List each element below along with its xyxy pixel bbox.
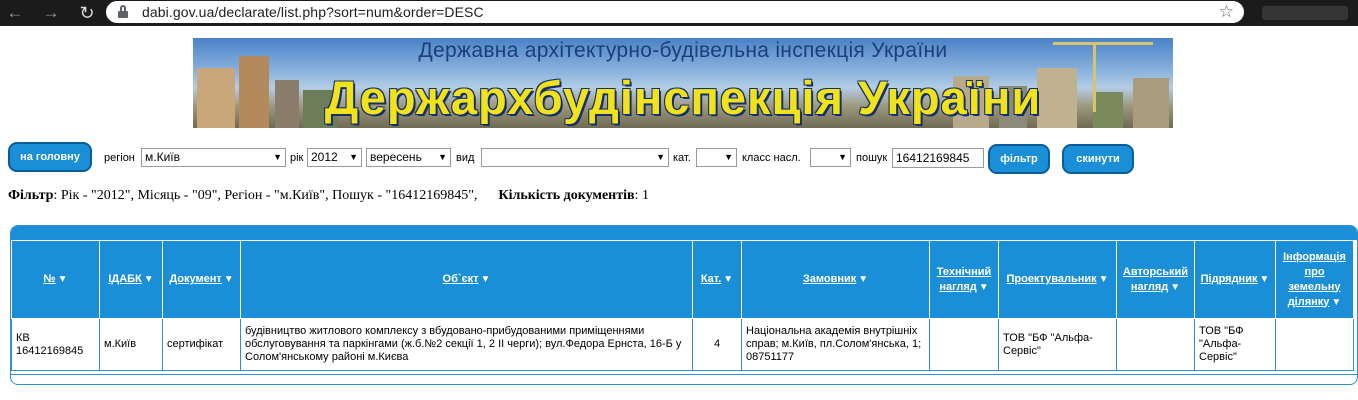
category-label: кат. [673,152,691,164]
banner-title: Держархбудінспекція України [324,71,1042,124]
year-label: рік [290,152,304,164]
lock-icon[interactable] [118,5,128,18]
year-select-value: 2012 [311,150,338,164]
cell-category: 4 [692,318,742,371]
results-table: № ▼ ІДАБК ▼ Документ ▼ Об`єкт ▼ Кат. ▼ Замовн… [11,240,1354,371]
header-banner: Державна архітектурно-будівельна інспекц… [193,38,1173,128]
sort-arrow-icon[interactable]: ▼ [858,272,868,287]
reset-button[interactable]: скинути [1062,144,1134,174]
forward-arrow-icon[interactable]: → [40,2,62,24]
type-label: вид [456,152,475,164]
dropdown-arrow-icon: ▼ [273,152,282,162]
cell-object: будівництво житлового комплексу з вбудов… [240,318,693,371]
dropdown-arrow-icon: ▼ [724,152,733,162]
document-count-value: : 1 [634,188,649,203]
column-header-idabk[interactable]: ІДАБК ▼ [99,240,163,319]
cell-customer: Національна академія внутрішніх справ; м… [741,318,930,371]
column-header-author-supervision[interactable]: Авторський нагляд ▼ [1116,240,1195,319]
profile-area[interactable] [1262,6,1348,20]
cell-document: сертифікат [162,318,241,371]
sort-arrow-icon[interactable]: ▼ [979,280,989,295]
cell-designer: ТОВ "БФ "Альфа-Сервіс" [998,318,1117,371]
url-text: dabi.gov.ua/declarate/list.php?sort=num&… [142,4,484,20]
back-arrow-icon[interactable]: ← [4,2,26,24]
search-label: пошук [856,152,888,164]
column-header-designer[interactable]: Проектувальник ▼ [998,240,1117,319]
cell-idabk: м.Київ [99,318,163,371]
class-label: класс насл. [742,152,801,164]
region-label: регіон [104,152,135,164]
address-bar[interactable]: dabi.gov.ua/declarate/list.php?sort=num&… [106,1,1244,23]
month-select-value: вересень [370,150,422,164]
sort-arrow-icon[interactable]: ▼ [1099,272,1109,287]
column-header-customer[interactable]: Замовник ▼ [741,240,930,319]
column-header-num[interactable]: № ▼ [11,240,100,319]
dropdown-arrow-icon: ▼ [349,152,358,162]
column-header-category[interactable]: Кат. ▼ [692,240,742,319]
filter-summary-text: : Рік - "2012", Місяць - "09", Регіон - … [53,188,478,203]
dropdown-arrow-icon: ▼ [656,152,665,162]
cell-tech-supervision [929,318,999,371]
table-footer-band [11,374,1357,384]
column-header-land-info[interactable]: Інформація про земельну ділянку ▼ [1275,240,1354,319]
dropdown-arrow-icon: ▼ [438,152,447,162]
sort-arrow-icon[interactable]: ▼ [1170,280,1180,295]
cell-num: КВ 16412169845 [11,318,100,371]
search-input[interactable] [892,148,984,168]
sort-arrow-icon[interactable]: ▼ [144,272,154,287]
type-select[interactable]: ▼ [481,148,669,167]
table-row: КВ 16412169845 м.Київ сертифікат будівниц… [11,318,1354,371]
cell-land-info [1275,318,1354,371]
month-select[interactable]: вересень ▼ [366,148,451,167]
category-select[interactable]: ▼ [696,148,737,167]
sort-arrow-icon[interactable]: ▼ [1259,272,1269,287]
sort-arrow-icon[interactable]: ▼ [58,272,68,287]
sort-arrow-icon[interactable]: ▼ [481,272,491,287]
sort-arrow-icon[interactable]: ▼ [723,272,733,287]
document-count-label: Кількість документів [498,188,635,203]
column-header-document[interactable]: Документ ▼ [162,240,241,319]
browser-toolbar: ← → ↻ dabi.gov.ua/declarate/list.php?sor… [0,0,1358,26]
cell-contractor: ТОВ "БФ "Альфа-Сервіс" [1194,318,1276,371]
reload-icon[interactable]: ↻ [76,2,98,24]
filter-summary-label: Фільтр [8,188,54,203]
table-header-band [11,226,1357,240]
bookmark-star-icon[interactable]: ☆ [1219,1,1234,23]
filter-summary: Фільтр: Рік - "2012", Місяць - "09", Рег… [8,188,649,204]
column-header-contractor[interactable]: Підрядник ▼ [1194,240,1276,319]
region-select[interactable]: м.Київ ▼ [141,148,286,167]
cell-author-supervision [1116,318,1195,371]
sort-arrow-icon[interactable]: ▼ [1331,295,1341,310]
sort-arrow-icon[interactable]: ▼ [224,272,234,287]
filter-button[interactable]: фільтр [988,144,1050,174]
class-select[interactable]: ▼ [810,148,851,167]
year-select[interactable]: 2012 ▼ [307,148,362,167]
table-header-row: № ▼ ІДАБК ▼ Документ ▼ Об`єкт ▼ Кат. ▼ Замовн… [11,240,1354,319]
dropdown-arrow-icon: ▼ [838,152,847,162]
column-header-object[interactable]: Об`єкт ▼ [240,240,693,319]
banner-subtitle: Державна архітектурно-будівельна інспекц… [418,39,948,62]
column-header-tech-supervision[interactable]: Технічний нагляд ▼ [929,240,999,319]
home-button[interactable]: на головну [8,142,92,172]
results-table-container: № ▼ ІДАБК ▼ Документ ▼ Об`єкт ▼ Кат. ▼ Замовн… [10,225,1358,385]
region-select-value: м.Київ [145,150,180,164]
